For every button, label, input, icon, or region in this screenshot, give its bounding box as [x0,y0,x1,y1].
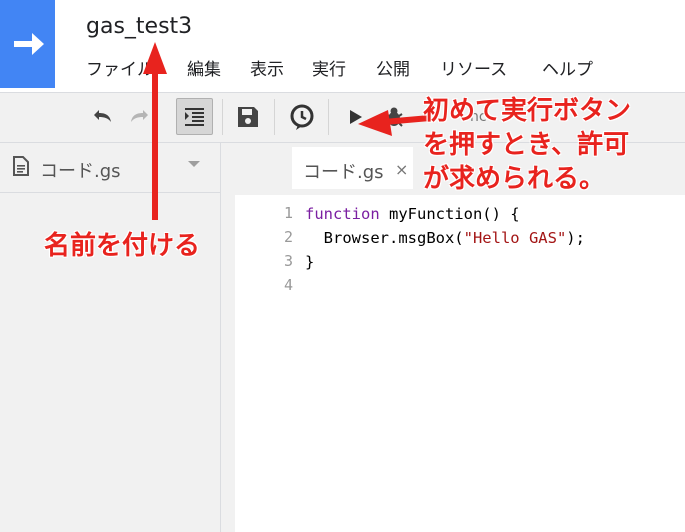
arrow-to-title [143,42,167,220]
annotation-arrows [143,42,431,220]
annotation-run-note-line3: が求められる。 [423,164,606,194]
annotation-run-note-line2: を押すとき、許可 [423,130,630,160]
annotation-run-note-line1: 初めて実行ボタン [423,96,632,126]
arrow-to-run-button [358,110,431,136]
annotation-name-note: 名前を付ける [44,231,201,261]
